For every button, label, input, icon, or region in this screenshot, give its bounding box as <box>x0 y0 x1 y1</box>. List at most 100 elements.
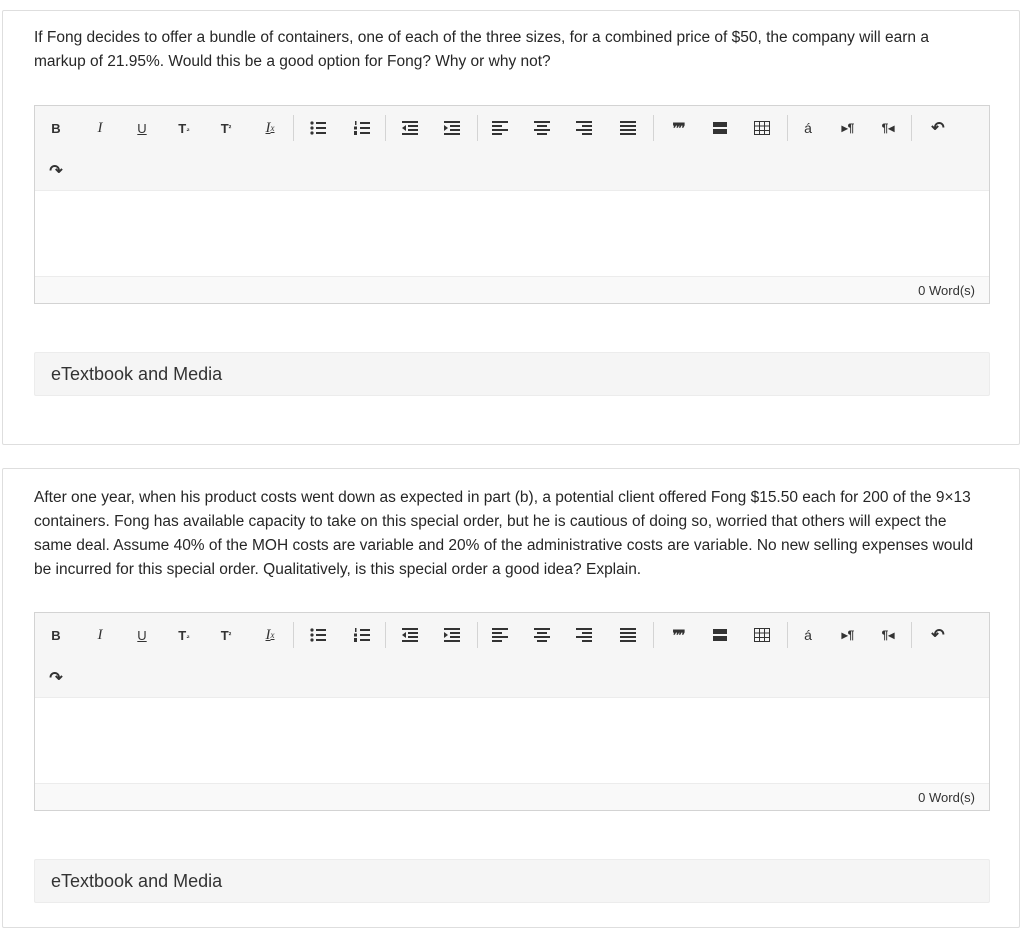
subscript-label: T <box>178 627 187 643</box>
redo-icon: ↷ <box>49 163 63 180</box>
table-button[interactable] <box>749 115 775 141</box>
align-left-button[interactable] <box>487 622 513 648</box>
indent-button[interactable] <box>439 622 465 648</box>
horizontal-rule-icon <box>713 122 727 134</box>
underline-button[interactable]: U <box>129 115 155 141</box>
bold-button[interactable]: B <box>43 115 69 141</box>
align-left-icon <box>492 628 508 642</box>
rtl-direction-button[interactable]: ¶◂ <box>875 115 901 141</box>
redo-button[interactable]: ↷ <box>43 158 69 184</box>
ltr-direction-icon: ▸¶ <box>841 121 855 135</box>
outdent-button[interactable] <box>397 115 423 141</box>
editor-content-area[interactable] <box>35 191 989 278</box>
align-center-icon <box>534 628 550 642</box>
numbered-list-icon <box>354 628 370 642</box>
table-button[interactable] <box>749 622 775 648</box>
table-icon <box>754 121 770 135</box>
special-character-label: á <box>804 120 812 136</box>
subscript-button[interactable]: T₂ <box>171 622 197 648</box>
align-justify-button[interactable] <box>615 622 641 648</box>
superscript-label: T <box>220 120 229 136</box>
horizontal-rule-icon <box>713 629 727 641</box>
etextbook-media-label: eTextbook and Media <box>51 364 223 384</box>
italic-label: I <box>97 626 103 643</box>
toolbar-separator <box>911 115 912 141</box>
blockquote-icon: ❞❞ <box>672 119 685 136</box>
rtl-direction-icon: ¶◂ <box>881 121 895 135</box>
bulleted-list-button[interactable] <box>305 622 331 648</box>
horizontal-rule-button[interactable] <box>707 115 733 141</box>
ltr-direction-button[interactable]: ▸¶ <box>835 622 861 648</box>
redo-icon: ↷ <box>49 670 63 687</box>
toolbar-separator <box>787 622 788 648</box>
indent-button[interactable] <box>439 115 465 141</box>
question-text: If Fong decides to offer a bundle of con… <box>34 29 929 70</box>
indent-icon <box>444 628 460 642</box>
special-character-button[interactable]: á <box>795 115 821 141</box>
editor-toolbar: B I U T₂ T² Ix ❞❞ á ▸¶ ¶◂ ↶ ↷ <box>35 106 989 191</box>
question-text: After one year, when his product costs w… <box>34 489 974 578</box>
toolbar-separator <box>653 622 654 648</box>
rtl-direction-button[interactable]: ¶◂ <box>875 622 901 648</box>
redo-button[interactable]: ↷ <box>43 665 69 691</box>
align-right-button[interactable] <box>571 115 597 141</box>
subscript-mark: ₂ <box>186 630 190 640</box>
outdent-button[interactable] <box>397 622 423 648</box>
editor-content-area[interactable] <box>35 698 989 785</box>
undo-button[interactable]: ↶ <box>925 115 951 141</box>
underline-label: U <box>137 120 147 136</box>
bulleted-list-icon <box>310 628 326 642</box>
rich-text-editor: B I U T₂ T² Ix ❞❞ á ▸¶ ¶◂ ↶ ↷ 0 Word(s) <box>34 612 990 811</box>
subscript-label: T <box>178 120 187 136</box>
clear-format-mark: x <box>270 630 275 640</box>
align-left-button[interactable] <box>487 115 513 141</box>
toolbar-separator <box>911 622 912 648</box>
word-count: 0 Word(s) <box>918 790 975 805</box>
etextbook-media-panel[interactable]: eTextbook and Media <box>34 859 990 903</box>
blockquote-button[interactable]: ❞❞ <box>665 622 691 648</box>
align-justify-button[interactable] <box>615 115 641 141</box>
undo-button[interactable]: ↶ <box>925 622 951 648</box>
rich-text-editor: B I U T₂ T² Ix ❞❞ á ▸¶ ¶◂ ↶ ↷ 0 Word(s) <box>34 105 990 304</box>
superscript-button[interactable]: T² <box>213 115 239 141</box>
numbered-list-button[interactable] <box>349 622 375 648</box>
etextbook-media-label: eTextbook and Media <box>51 871 223 891</box>
toolbar-separator <box>653 115 654 141</box>
subscript-button[interactable]: T₂ <box>171 115 197 141</box>
align-center-icon <box>534 121 550 135</box>
undo-icon: ↶ <box>931 120 945 137</box>
word-count: 0 Word(s) <box>918 283 975 298</box>
ltr-direction-button[interactable]: ▸¶ <box>835 115 861 141</box>
clear-format-button[interactable]: Ix <box>257 115 283 141</box>
align-center-button[interactable] <box>529 622 555 648</box>
horizontal-rule-button[interactable] <box>707 622 733 648</box>
numbered-list-button[interactable] <box>349 115 375 141</box>
indent-icon <box>444 121 460 135</box>
superscript-mark: ² <box>228 123 232 133</box>
toolbar-separator <box>477 622 478 648</box>
bold-button[interactable]: B <box>43 622 69 648</box>
clear-format-mark: x <box>270 123 275 133</box>
align-center-button[interactable] <box>529 115 555 141</box>
editor-toolbar: B I U T₂ T² Ix ❞❞ á ▸¶ ¶◂ ↶ ↷ <box>35 613 989 698</box>
numbered-list-icon <box>354 121 370 135</box>
blockquote-button[interactable]: ❞❞ <box>665 115 691 141</box>
clear-format-button[interactable]: Ix <box>257 622 283 648</box>
underline-button[interactable]: U <box>129 622 155 648</box>
special-character-button[interactable]: á <box>795 622 821 648</box>
align-right-button[interactable] <box>571 622 597 648</box>
italic-button[interactable]: I <box>87 115 113 141</box>
toolbar-separator <box>293 622 294 648</box>
superscript-button[interactable]: T² <box>213 622 239 648</box>
outdent-icon <box>402 121 418 135</box>
align-justify-icon <box>620 628 636 642</box>
etextbook-media-panel[interactable]: eTextbook and Media <box>34 352 990 396</box>
special-character-label: á <box>804 627 812 643</box>
bulleted-list-icon <box>310 121 326 135</box>
align-left-icon <box>492 121 508 135</box>
italic-button[interactable]: I <box>87 622 113 648</box>
question-card-2: After one year, when his product costs w… <box>2 468 1020 928</box>
bulleted-list-button[interactable] <box>305 115 331 141</box>
blockquote-icon: ❞❞ <box>672 626 685 643</box>
toolbar-separator <box>787 115 788 141</box>
